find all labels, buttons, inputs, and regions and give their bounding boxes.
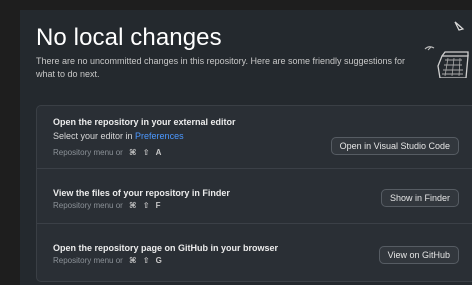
shortcut-hint: Repository menu or ⌘ ⇧ F bbox=[53, 201, 161, 210]
card-title: View the files of your repository in Fin… bbox=[53, 188, 230, 198]
card-title: Open the repository page on GitHub in yo… bbox=[53, 243, 279, 253]
shortcut-key: G bbox=[155, 256, 162, 265]
shortcut-hint: Repository menu or ⌘ ⇧ A bbox=[53, 148, 162, 157]
card-title: Open the repository in your external edi… bbox=[53, 117, 236, 127]
shift-key-icon: ⇧ bbox=[142, 148, 150, 157]
show-in-finder-button[interactable]: Show in Finder bbox=[380, 189, 459, 207]
command-key-icon: ⌘ bbox=[129, 256, 137, 265]
shortcut-hint: Repository menu or ⌘ ⇧ G bbox=[53, 256, 162, 265]
no-local-changes-view: No local changes There are no uncommitte… bbox=[20, 10, 472, 285]
card-description: Select your editor in Preferences bbox=[53, 131, 184, 141]
command-key-icon: ⌘ bbox=[129, 201, 137, 210]
open-in-editor-button[interactable]: Open in Visual Studio Code bbox=[330, 137, 459, 155]
page-title: No local changes bbox=[36, 24, 222, 51]
suggestion-card-finder: View the files of your repository in Fin… bbox=[37, 168, 472, 224]
command-key-icon: ⌘ bbox=[129, 148, 137, 157]
box-illustration-icon bbox=[424, 21, 469, 78]
view-on-github-button[interactable]: View on GitHub bbox=[378, 246, 459, 264]
suggestions-panel: Open the repository in your external edi… bbox=[36, 105, 472, 282]
shortcut-key: A bbox=[155, 148, 162, 157]
shift-key-icon: ⇧ bbox=[142, 256, 150, 265]
shortcut-key: F bbox=[155, 201, 161, 210]
suggestion-card-editor: Open the repository in your external edi… bbox=[37, 106, 472, 168]
page-subtitle: There are no uncommitted changes in this… bbox=[36, 56, 406, 79]
shift-key-icon: ⇧ bbox=[142, 201, 150, 210]
preferences-link[interactable]: Preferences bbox=[135, 131, 184, 141]
suggestion-card-github: Open the repository page on GitHub in yo… bbox=[37, 223, 472, 282]
